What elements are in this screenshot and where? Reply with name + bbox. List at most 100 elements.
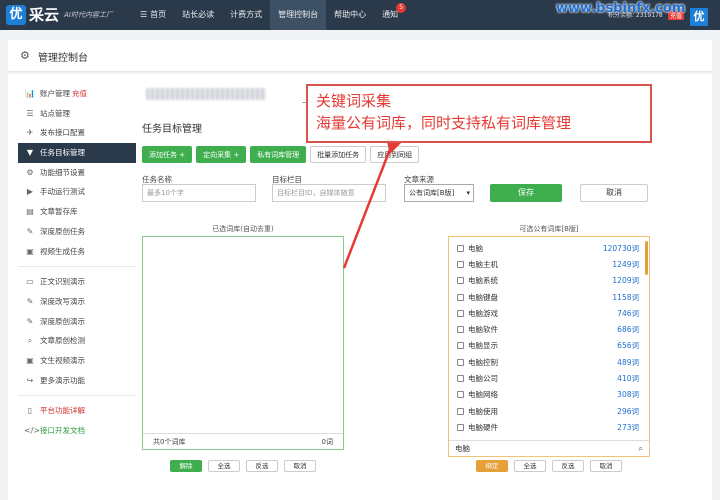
checkbox[interactable] [457,293,464,301]
recharge-link[interactable]: 充值 [72,84,87,104]
sidebar-item-api-docs[interactable]: </> 接口开发文档 [18,421,136,441]
list-item[interactable]: 电脑使用 296词 [449,403,649,419]
section-title: 任务目标管理 [142,124,202,135]
nav-must-read-label: 站长必读 [182,10,215,19]
sidebar-item-text-video-demo[interactable]: ▣ 文生视频演示 [18,351,136,371]
private-library-button[interactable]: 私有词库管理 [250,146,307,163]
list-item[interactable]: 电脑显示 656词 [449,338,649,354]
available-library-panel[interactable]: 电脑 120730词 电脑主机 1249词 电脑系统 1209词 电脑键盘 1158词 … [448,236,650,457]
nav-console-label: 管理控制台 [278,10,319,19]
nav-help-label: 帮助中心 [334,10,367,19]
edit-icon: ✎ [26,296,34,306]
nav-notifications[interactable]: 通知 5 [374,0,407,30]
sidebar-item-label: 接口开发文档 [40,426,85,435]
nav-help[interactable]: 帮助中心 [326,0,374,30]
library-name: 电脑键盘 [468,292,498,302]
edit-icon: ✎ [26,316,34,326]
sidebar-item-account[interactable]: 📊 账户管理 充值 [18,84,136,104]
scrollbar[interactable] [645,241,648,275]
sidebar-item-deep-original[interactable]: ✎ 深度原创任务 [18,222,136,242]
logo-icon: 优 [6,4,26,25]
source-select[interactable]: 公有词库[B版] ▾ [404,184,474,202]
checkbox[interactable] [457,391,464,399]
sidebar-item-rewrite-demo[interactable]: ✎ 深度改写演示 [18,292,136,312]
sidebar-item-label: 深度改写演示 [40,296,85,306]
library-count: 489词 [617,357,639,367]
sidebar-item-video-gen[interactable]: ▣ 视频生成任务 [18,242,136,262]
library-count: 308词 [617,390,639,400]
list-item[interactable]: 电脑网络 308词 [449,387,649,403]
invert-button[interactable]: 反选 [552,460,584,472]
list-item[interactable]: 电脑公司 410词 [449,370,649,386]
sidebar-item-platform-docs[interactable]: ▯ 平台功能详解 [18,401,136,421]
sidebar-item-text-recognition[interactable]: ▭ 正文识别演示 [18,272,136,292]
save-button[interactable]: 保存 [490,184,562,202]
bind-button[interactable]: 绑定 [476,460,508,472]
sidebar-item-tasks[interactable]: ▼ 任务目标管理 [18,143,136,163]
sidebar-item-original-check[interactable]: ⌕ 文章原创检测 [18,331,136,351]
list-item[interactable]: 电脑主机 1249词 [449,256,649,272]
nav-must-read[interactable]: 站长必读 [174,0,222,30]
checkbox[interactable] [457,244,464,252]
checkbox[interactable] [457,309,464,317]
menu-icon: ☰ [140,10,148,19]
library-name: 电脑硬件 [468,422,498,432]
sidebar-item-label: 任务目标管理 [40,148,85,158]
library-search-input[interactable]: 电脑 ⌕ [449,440,649,456]
sidebar-item-publish[interactable]: ✈ 发布接口配置 [18,123,136,143]
search-icon[interactable]: ⌕ [639,441,643,456]
selected-library-panel[interactable]: 共0个词库 0词 [142,236,344,450]
logo[interactable]: 优 采云 AI时代内容工厂 [6,4,113,25]
checkbox[interactable] [457,423,464,431]
clear-button[interactable]: 取消 [590,460,622,472]
library-count: 273词 [617,422,639,432]
invert-button[interactable]: 反选 [246,460,278,472]
sidebar-item-label: 功能细节设置 [40,167,85,177]
checkbox[interactable] [457,277,464,285]
checkbox[interactable] [457,407,464,415]
avatar[interactable]: 优 [690,8,708,26]
checkbox[interactable] [457,326,464,334]
gear-icon: ⚙ [20,49,30,62]
page-header: ⚙ 管理控制台 [8,40,712,72]
clear-button[interactable]: 取消 [284,460,316,472]
list-icon: ☰ [26,108,34,118]
sidebar-item-more-demos[interactable]: ↪ 更多演示功能 [18,371,136,391]
nav-home[interactable]: ☰ 首页 [132,0,174,30]
list-item[interactable]: 电脑 120730词 [449,240,649,256]
divider [18,395,136,397]
checkbox[interactable] [457,375,464,383]
directed-collect-button[interactable]: 定向采集 + [196,146,247,163]
cancel-button[interactable]: 取消 [580,184,648,202]
select-all-button[interactable]: 全选 [208,460,240,472]
sidebar-item-sites[interactable]: ☰ 站点管理 [18,104,136,124]
list-item[interactable]: 电脑硬件 273词 [449,419,649,435]
library-name: 电脑软件 [468,325,498,335]
select-all-button[interactable]: 全选 [514,460,546,472]
list-item[interactable]: 电脑系统 1209词 [449,273,649,289]
library-name: 电脑控制 [468,357,498,367]
sidebar-item-original-demo[interactable]: ✎ 深度原创演示 [18,312,136,332]
list-item[interactable]: 电脑键盘 1158词 [449,289,649,305]
chart-icon: 📊 [25,89,35,98]
add-task-button[interactable]: 添加任务 + [142,146,193,163]
checkbox[interactable] [457,260,464,268]
checkbox[interactable] [457,342,464,350]
divider [18,266,136,268]
nav-pricing[interactable]: 计费方式 [222,0,270,30]
sidebar-item-manual-run[interactable]: ▶ 手动运行测试 [18,182,136,202]
library-count: 686词 [617,325,639,335]
list-item[interactable]: 电脑软件 686词 [449,321,649,337]
filter-icon: ▼ [26,148,34,158]
sidebar-item-label: 手动运行测试 [40,187,85,197]
list-item[interactable]: 电脑游戏 746词 [449,305,649,321]
nav-console[interactable]: 管理控制台 [270,0,327,30]
checkbox[interactable] [457,358,464,366]
unbind-button[interactable]: 解除 [170,460,202,472]
watermark: www.bsbinfx.com [556,1,686,16]
list-item[interactable]: 电脑控制 489词 [449,354,649,370]
sidebar-item-article-store[interactable]: ▤ 文章暂存库 [18,202,136,222]
sidebar-item-settings[interactable]: ⚙ 功能细节设置 [18,163,136,183]
task-name-input[interactable]: 最多10个字 [142,184,256,202]
sidebar-item-label: 深度原创演示 [40,316,85,326]
